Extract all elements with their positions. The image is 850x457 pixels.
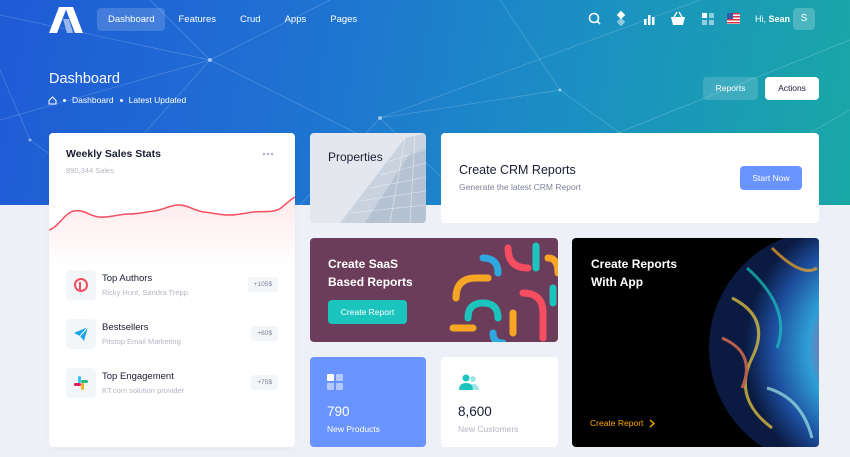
nav-crud[interactable]: Crud — [229, 8, 272, 31]
amount-badge: +105$ — [247, 277, 278, 292]
telegram-icon — [66, 319, 96, 349]
logo-icon[interactable] — [49, 7, 83, 33]
list-item-bestsellers[interactable]: Bestsellers Pitstop Email Marketing +60$ — [66, 319, 278, 349]
weekly-sales-title: Weekly Sales Stats — [66, 148, 161, 160]
breadcrumb-dashboard[interactable]: Dashboard — [72, 95, 114, 105]
nav-features[interactable]: Features — [167, 8, 227, 31]
list-item-title: Bestsellers — [102, 322, 149, 333]
nav-apps[interactable]: Apps — [274, 8, 318, 31]
new-customers-card[interactable]: 8,600 New Customers — [441, 357, 558, 447]
apps-grid-icon[interactable] — [700, 10, 716, 28]
breadcrumb-latest: Latest Updated — [128, 95, 187, 105]
amount-badge: +60$ — [251, 326, 278, 341]
new-products-card[interactable]: 790 New Products — [310, 357, 426, 447]
sales-sparkline — [49, 196, 295, 266]
list-item-subtitle: KT.com solution provider — [102, 386, 185, 395]
weekly-sales-card: Weekly Sales Stats 890,344 Sales Top Aut… — [49, 133, 295, 447]
bar-chart-icon[interactable] — [642, 10, 658, 28]
create-report-button[interactable]: Create Report — [328, 300, 407, 324]
list-item-title: Top Engagement — [102, 371, 174, 382]
user-greeting[interactable]: Hi, Sean — [755, 14, 790, 24]
list-item-top-engagement[interactable]: Top Engagement KT.com solution provider … — [66, 368, 278, 398]
crm-subtitle: Generate the latest CRM Report — [459, 182, 581, 192]
greeting-prefix: Hi, — [755, 14, 766, 24]
list-item-title: Top Authors — [102, 273, 153, 284]
nav-dashboard[interactable]: Dashboard — [97, 8, 166, 31]
create-report-link[interactable]: Create Report — [590, 418, 656, 428]
building-illustration — [340, 133, 426, 223]
amount-badge: +75$ — [251, 375, 278, 390]
crm-reports-card: Create CRM Reports Generate the latest C… — [441, 133, 819, 223]
create-report-link-label: Create Report — [590, 418, 644, 428]
list-item-top-authors[interactable]: Top Authors Ricky Hunt, Sandra Trepp +10… — [66, 270, 278, 300]
new-customers-label: New Customers — [458, 424, 519, 434]
new-customers-value: 8,600 — [458, 404, 492, 419]
properties-card[interactable]: Properties — [310, 133, 426, 223]
breadcrumb-separator — [63, 98, 66, 102]
list-item-subtitle: Ricky Hunt, Sandra Trepp — [102, 288, 188, 297]
main-nav: Dashboard Features Crud Apps Pages — [97, 8, 368, 31]
us-flag-icon[interactable] — [727, 10, 740, 28]
actions-button[interactable]: Actions — [765, 77, 819, 100]
app-title-line2: With App — [591, 274, 644, 289]
weekly-sales-subtitle: 890,344 Sales — [66, 166, 114, 175]
slack-icon — [66, 368, 96, 398]
pinterest-icon — [66, 270, 96, 300]
search-icon[interactable] — [587, 10, 603, 28]
reports-button[interactable]: Reports — [703, 77, 758, 100]
saas-title: Create SaaS Based Reports — [328, 256, 413, 291]
properties-title: Properties — [328, 150, 383, 164]
avatar[interactable]: S — [793, 8, 815, 30]
app-title-line1: Create Reports — [591, 257, 678, 271]
list-item-subtitle: Pitstop Email Marketing — [102, 337, 181, 346]
saas-reports-card: Create SaaS Based Reports Create Report — [310, 238, 558, 342]
new-products-label: New Products — [327, 424, 380, 434]
app-reports-title: Create Reports With App — [591, 256, 677, 291]
top-navbar: Dashboard Features Crud Apps Pages Hi, S… — [0, 0, 850, 40]
apps-grid-icon — [327, 374, 343, 390]
user-name: Sean — [768, 14, 791, 24]
more-options-icon[interactable] — [262, 152, 274, 156]
basket-icon[interactable] — [670, 10, 686, 28]
chevron-right-icon — [649, 418, 656, 428]
breadcrumb-separator — [119, 98, 123, 102]
layers-icon[interactable] — [614, 10, 630, 28]
start-now-button[interactable]: Start Now — [740, 166, 802, 190]
saas-title-line2: Based Reports — [328, 274, 413, 289]
users-icon — [459, 374, 479, 390]
new-products-value: 790 — [327, 404, 350, 419]
page-title: Dashboard — [49, 71, 120, 87]
nav-pages[interactable]: Pages — [319, 8, 368, 31]
saas-title-line1: Create SaaS — [328, 257, 399, 271]
app-reports-card: Create Reports With App Create Report — [572, 238, 819, 447]
crm-title: Create CRM Reports — [459, 163, 576, 177]
breadcrumb: Dashboard Latest Updated — [48, 95, 186, 105]
home-icon[interactable] — [48, 95, 57, 105]
abstract-shapes-illustration — [449, 242, 558, 342]
